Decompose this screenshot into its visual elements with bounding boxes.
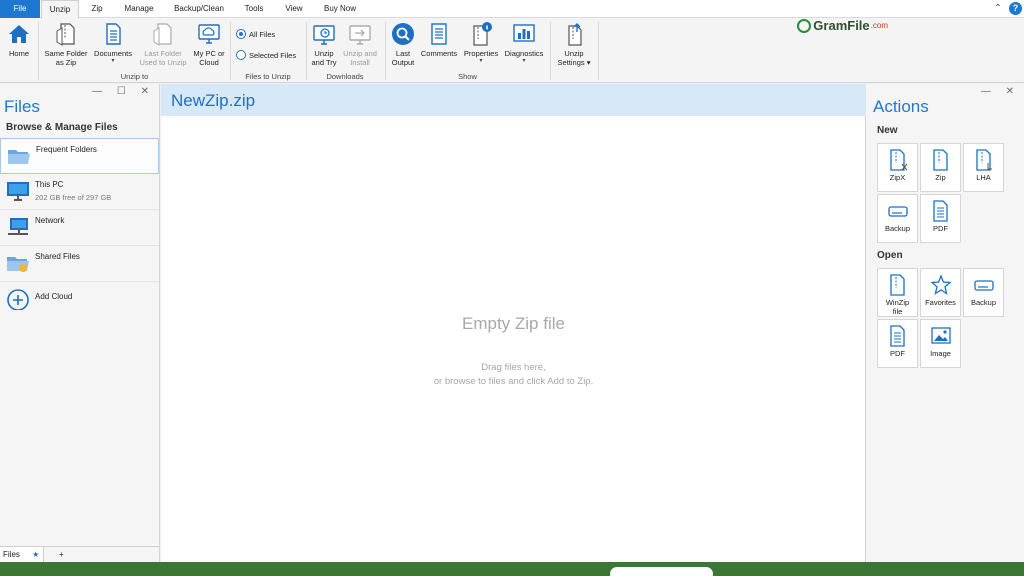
- tab-zip[interactable]: Zip: [82, 0, 112, 18]
- new-lha-button[interactable]: LHA: [963, 143, 1004, 192]
- home-icon: [9, 25, 29, 43]
- add-cloud-item[interactable]: Add Cloud: [0, 282, 159, 318]
- radio-unselected-icon: [236, 50, 246, 60]
- comments-icon: [431, 23, 447, 45]
- help-icon[interactable]: ?: [1009, 2, 1022, 15]
- add-circle-icon: [7, 289, 29, 310]
- status-bar-button[interactable]: [610, 567, 713, 576]
- files-panel-subtitle: Browse & Manage Files: [6, 122, 118, 133]
- tab-unzip[interactable]: Unzip: [41, 0, 79, 19]
- folder-icon: [8, 150, 30, 164]
- image-icon: [930, 327, 951, 344]
- files-panel-tabs: Files ★ +: [0, 546, 159, 562]
- group-label-downloads: Downloads: [326, 72, 364, 81]
- new-pdf-button[interactable]: PDF: [920, 194, 961, 243]
- open-pdf-button[interactable]: PDF: [877, 319, 918, 368]
- empty-zip-hint-2: or browse to files and click Add to Zip.: [433, 376, 594, 387]
- zip-folder-icon: [56, 23, 75, 46]
- zip-file-name: NewZip.zip: [171, 91, 256, 110]
- backup-drive-icon: [887, 206, 908, 217]
- zip-content-pane[interactable]: NewZip.zip Empty Zip file Drag files her…: [161, 84, 866, 562]
- open-section-label: Open: [877, 250, 903, 261]
- lha-icon: [975, 149, 992, 171]
- zip-icon: [932, 149, 948, 171]
- documents-button[interactable]: Documents ▾: [91, 21, 135, 65]
- last-folder-icon: [153, 23, 172, 46]
- tab-buy-now[interactable]: Buy Now: [316, 0, 364, 18]
- radio-selected-icon: [236, 29, 246, 39]
- gramfile-logo: GramFile .com: [797, 18, 888, 33]
- last-folder-used-button[interactable]: Last Folder Used to Unzip: [136, 21, 190, 67]
- last-output-button[interactable]: Last Output: [387, 21, 419, 67]
- open-image-button[interactable]: Image: [920, 319, 961, 368]
- diagnostics-icon: [513, 24, 535, 42]
- add-tab-button[interactable]: +: [56, 547, 67, 562]
- group-label-files-to-unzip: Files to Unzip: [245, 72, 291, 81]
- network-icon: [8, 218, 28, 235]
- last-output-icon: [392, 23, 414, 45]
- open-backup-button[interactable]: Backup: [963, 268, 1004, 317]
- properties-button[interactable]: Properties ▾: [460, 21, 502, 65]
- documents-icon: [106, 23, 121, 45]
- files-panel-title: Files: [4, 97, 40, 116]
- winzip-file-icon: [889, 274, 905, 296]
- new-zip-button[interactable]: Zip: [920, 143, 961, 192]
- group-label-unzip-to: Unzip to: [120, 72, 149, 81]
- menu-tab-bar: File Unzip Zip Manage Backup/Clean Tools…: [0, 0, 1024, 19]
- shared-folder-icon: [7, 257, 29, 272]
- star-icon: [930, 274, 951, 295]
- backup-drive-icon: [973, 280, 994, 291]
- computer-icon: [7, 182, 29, 201]
- status-bar: [0, 562, 1024, 576]
- comments-button[interactable]: Comments: [419, 21, 459, 58]
- actions-panel: — ✕ Actions New ZipX Zip LHA Backup PDF …: [866, 84, 1024, 562]
- open-favorites-button[interactable]: Favorites: [920, 268, 961, 317]
- this-pc-item[interactable]: This PC 202 GB free of 297 GB: [0, 174, 159, 210]
- tab-file[interactable]: File: [0, 0, 40, 18]
- actions-panel-controls[interactable]: — ✕: [981, 86, 1020, 97]
- collapse-ribbon-icon[interactable]: ⌃: [994, 0, 1002, 18]
- pdf-icon: [889, 325, 905, 347]
- selected-files-radio[interactable]: Selected Files: [236, 50, 296, 60]
- unzip-and-try-button[interactable]: Unzip and Try: [308, 21, 340, 67]
- zipx-icon: [889, 149, 907, 171]
- cloud-pc-icon: [198, 24, 220, 44]
- properties-icon: [473, 22, 492, 46]
- zip-title-bar: NewZip.zip: [161, 84, 866, 116]
- shared-files-item[interactable]: Shared Files: [0, 246, 159, 282]
- home-button[interactable]: Home: [4, 21, 34, 58]
- unzip-settings-button[interactable]: Unzip Settings ▾: [553, 21, 595, 67]
- unzip-try-icon: [313, 25, 335, 45]
- my-pc-or-cloud-button[interactable]: My PC or Cloud: [190, 21, 228, 67]
- frequent-folders-item[interactable]: Frequent Folders: [0, 138, 159, 174]
- new-zipx-button[interactable]: ZipX: [877, 143, 918, 192]
- same-folder-as-zip-button[interactable]: Same Folder as Zip: [41, 21, 91, 67]
- files-panel-controls[interactable]: — ☐ ✕: [92, 86, 155, 97]
- empty-zip-title: Empty Zip file: [462, 314, 565, 333]
- tab-manage[interactable]: Manage: [116, 0, 162, 18]
- open-winzip-file-button[interactable]: WinZip file: [877, 268, 918, 317]
- group-label-show: Show: [458, 72, 477, 81]
- pin-icon[interactable]: ★: [32, 550, 39, 559]
- new-section-label: New: [877, 125, 898, 136]
- diagnostics-button[interactable]: Diagnostics ▾: [502, 21, 546, 65]
- actions-panel-title: Actions: [873, 97, 929, 116]
- files-panel: — ☐ ✕ Files Browse & Manage Files Freque…: [0, 84, 160, 562]
- all-files-radio[interactable]: All Files: [236, 29, 275, 39]
- tab-tools[interactable]: Tools: [236, 0, 272, 18]
- files-tab[interactable]: Files ★: [0, 547, 44, 562]
- tab-view[interactable]: View: [278, 0, 310, 18]
- unzip-install-icon: [349, 25, 371, 45]
- tab-backup-clean[interactable]: Backup/Clean: [166, 0, 232, 18]
- unzip-and-install-button[interactable]: Unzip and Install: [340, 21, 380, 67]
- network-item[interactable]: Network: [0, 210, 159, 246]
- empty-zip-hint-1: Drag files here,: [481, 362, 546, 373]
- new-backup-button[interactable]: Backup: [877, 194, 918, 243]
- pdf-icon: [932, 200, 948, 222]
- unzip-settings-icon: [568, 23, 582, 46]
- logo-mark-icon: [797, 18, 812, 33]
